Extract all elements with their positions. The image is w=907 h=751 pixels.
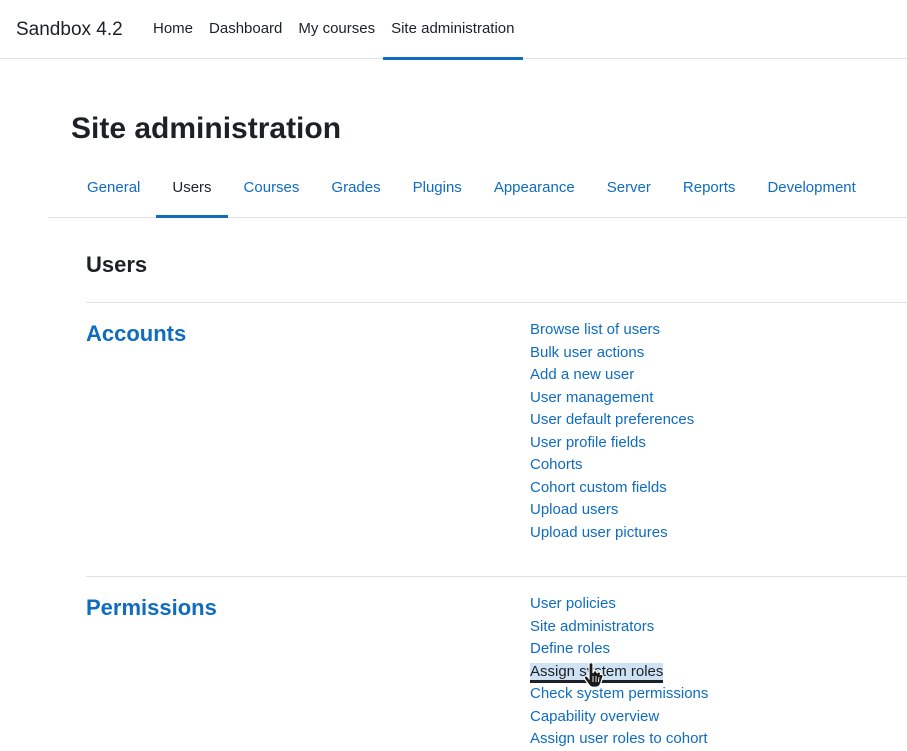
tab-reports[interactable]: Reports (667, 158, 752, 217)
nav-item-my-courses[interactable]: My courses (290, 0, 383, 59)
nav-item-site-administration[interactable]: Site administration (383, 0, 523, 60)
tab-plugins[interactable]: Plugins (397, 158, 478, 217)
permissions-group: Permissions User policies Site administr… (86, 576, 907, 747)
link-capability-overview[interactable]: Capability overview (530, 708, 659, 725)
tab-grades[interactable]: Grades (315, 158, 396, 217)
permissions-group-title[interactable]: Permissions (86, 595, 217, 621)
link-upload-users[interactable]: Upload users (530, 501, 618, 518)
link-assign-user-roles-to-cohort[interactable]: Assign user roles to cohort (530, 730, 708, 747)
accounts-group-title[interactable]: Accounts (86, 321, 186, 347)
link-define-roles[interactable]: Define roles (530, 640, 610, 657)
primary-navigation: Home Dashboard My courses Site administr… (145, 0, 523, 60)
list-item: User profile fields (530, 432, 694, 455)
link-cohorts[interactable]: Cohorts (530, 456, 583, 473)
link-user-policies[interactable]: User policies (530, 595, 616, 612)
nav-item-home[interactable]: Home (145, 0, 201, 59)
admin-tabs: General Users Courses Grades Plugins App… (48, 158, 907, 218)
link-site-administrators[interactable]: Site administrators (530, 618, 654, 635)
section-heading: Users (86, 252, 148, 277)
tab-development[interactable]: Development (751, 158, 871, 217)
list-item: Assign user roles to cohort (530, 728, 708, 751)
link-bulk-user-actions[interactable]: Bulk user actions (530, 344, 644, 361)
link-upload-user-pictures[interactable]: Upload user pictures (530, 524, 668, 541)
link-user-default-preferences[interactable]: User default preferences (530, 411, 694, 428)
accounts-links: Browse list of users Bulk user actions A… (530, 319, 694, 544)
list-item: Assign system roles (530, 661, 708, 684)
tab-general[interactable]: General (71, 158, 156, 217)
accounts-group: Accounts Browse list of users Bulk user … (86, 302, 907, 577)
link-user-profile-fields[interactable]: User profile fields (530, 434, 646, 451)
tab-server[interactable]: Server (591, 158, 667, 217)
tab-users[interactable]: Users (156, 158, 228, 218)
link-add-new-user[interactable]: Add a new user (530, 366, 634, 383)
list-item: User default preferences (530, 409, 694, 432)
link-cohort-custom-fields[interactable]: Cohort custom fields (530, 479, 667, 496)
top-navbar: Sandbox 4.2 Home Dashboard My courses Si… (0, 0, 907, 60)
list-item: Define roles (530, 638, 708, 661)
link-browse-list-of-users[interactable]: Browse list of users (530, 321, 660, 338)
list-item: Capability overview (530, 706, 708, 729)
nav-item-dashboard[interactable]: Dashboard (201, 0, 290, 59)
list-item: Browse list of users (530, 319, 694, 342)
list-item: Bulk user actions (530, 342, 694, 365)
page-title: Site administration (71, 112, 342, 145)
site-brand[interactable]: Sandbox 4.2 (16, 19, 123, 41)
list-item: User policies (530, 593, 708, 616)
permissions-links: User policies Site administrators Define… (530, 593, 708, 751)
link-check-system-permissions[interactable]: Check system permissions (530, 685, 708, 702)
link-assign-system-roles[interactable]: Assign system roles (530, 662, 664, 680)
tab-courses[interactable]: Courses (228, 158, 316, 217)
tab-appearance[interactable]: Appearance (478, 158, 591, 217)
list-item: Add a new user (530, 364, 694, 387)
list-item: Cohorts (530, 454, 694, 477)
list-item: User management (530, 387, 694, 410)
list-item: Upload user pictures (530, 522, 694, 545)
list-item: Cohort custom fields (530, 477, 694, 500)
list-item: Site administrators (530, 616, 708, 639)
link-user-management[interactable]: User management (530, 389, 653, 406)
list-item: Upload users (530, 499, 694, 522)
list-item: Check system permissions (530, 683, 708, 706)
